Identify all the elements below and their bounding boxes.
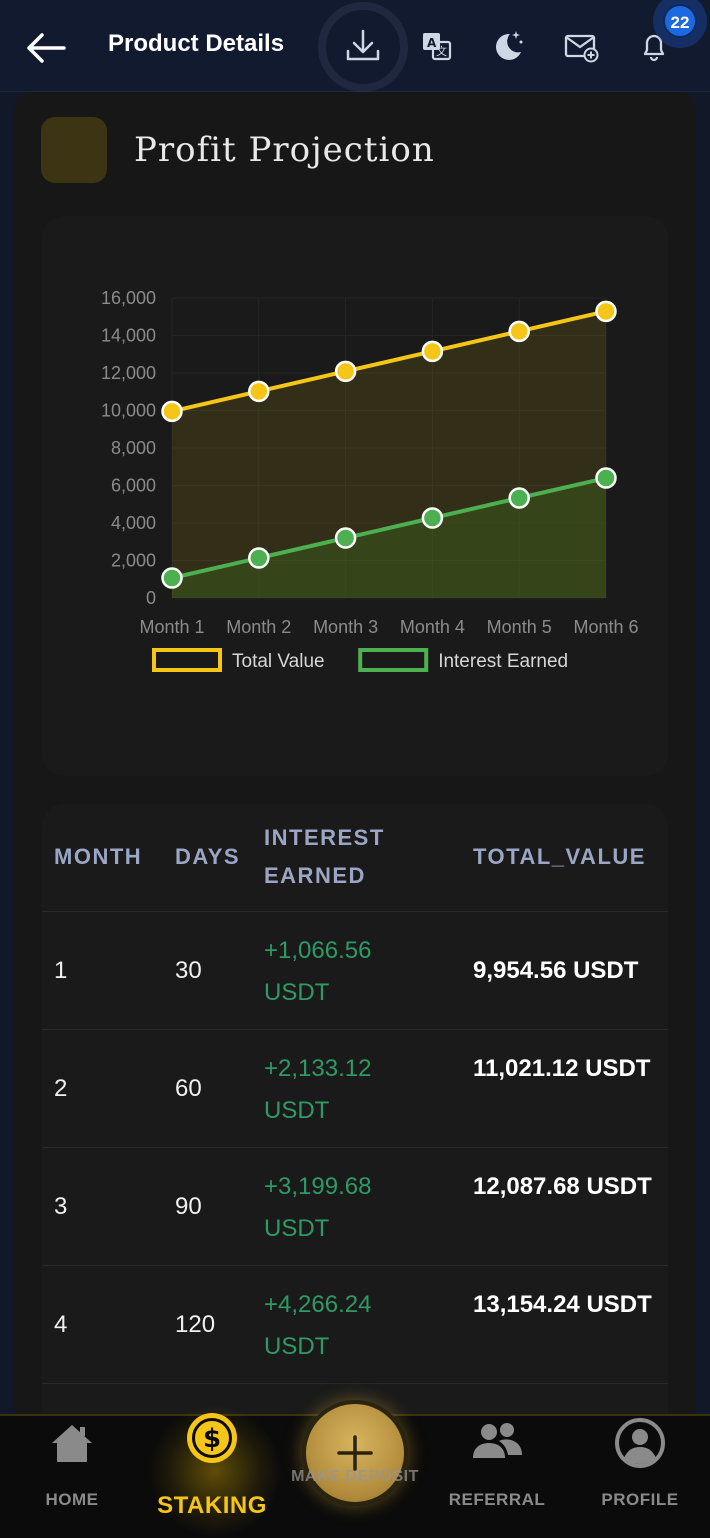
- cell-days: 30: [175, 957, 202, 984]
- nav-referral[interactable]: REFERRAL: [446, 1416, 548, 1538]
- data-point: [334, 527, 357, 549]
- download-icon[interactable]: [339, 22, 387, 70]
- make-deposit-label: MAKE DEPOSIT: [291, 1468, 419, 1485]
- table-row: 4 120 +4,266.24 USDT 13,154.24 USDT: [42, 1265, 668, 1383]
- nav-profile[interactable]: PROFILE: [590, 1416, 690, 1538]
- y-tick-label: 14,000: [101, 326, 156, 346]
- nav-referral-label: REFERRAL: [448, 1490, 546, 1509]
- y-tick-label: 4,000: [111, 513, 156, 533]
- data-point: [248, 547, 270, 569]
- y-tick-label: 8,000: [111, 438, 156, 458]
- data-point: [595, 300, 617, 323]
- dollar-coin-icon: $: [187, 1413, 237, 1463]
- svg-text:$: $: [203, 1424, 221, 1454]
- home-icon: [52, 1425, 92, 1462]
- nav-home-label: HOME: [45, 1490, 99, 1509]
- cell-month: 3: [54, 1193, 68, 1220]
- back-arrow-icon[interactable]: [24, 28, 68, 68]
- cell-total: 13,154.24 USDT: [473, 1291, 652, 1318]
- data-point: [248, 380, 270, 403]
- legend-label: Interest Earned: [438, 651, 568, 672]
- translate-icon[interactable]: A文: [412, 22, 460, 70]
- cell-days: 60: [175, 1075, 202, 1102]
- data-point: [421, 340, 444, 363]
- data-point: [421, 507, 444, 529]
- x-tick-label: Month 4: [400, 617, 465, 637]
- x-tick-label: Month 6: [573, 617, 638, 637]
- profit-chart-svg: 16,000 14,000 12,000 10,000 8,000 6,000 4,000 2…: [101, 288, 639, 672]
- cell-interest: +2,133.12 USDT: [264, 1055, 372, 1124]
- data-point: [508, 320, 530, 343]
- data-point: [595, 467, 617, 489]
- profile-icon: [615, 1418, 665, 1468]
- cell-total: 9,954.56 USDT: [473, 957, 639, 984]
- users-icon: [473, 1423, 522, 1458]
- header-month: MONTH: [54, 844, 143, 869]
- table-row: 3 90 +3,199.68 USDT 12,087.68 USDT: [42, 1147, 668, 1265]
- profit-projection-card: Profit Projection 16,000 14,000 12,000 10,0…: [14, 92, 696, 1444]
- data-point: [334, 360, 357, 383]
- table-row: 1 30 +1,066.56 USDT 9,954.56 USDT: [42, 911, 668, 1029]
- mail-add-icon[interactable]: [557, 22, 605, 70]
- x-tick-label: Month 2: [226, 617, 291, 637]
- table-row: 2 60 +2,133.12 USDT 11,021.12 USDT: [42, 1029, 668, 1147]
- product-details-page: Product Details A文 22 Profit Projection …: [0, 0, 710, 1538]
- cell-days: 120: [175, 1311, 216, 1338]
- plus-icon: [337, 1435, 373, 1471]
- cell-days: 90: [175, 1193, 202, 1220]
- y-tick-label: 10,000: [101, 401, 156, 421]
- y-tick-label: 12,000: [101, 363, 156, 383]
- data-point: [161, 400, 183, 423]
- cell-interest: +1,066.56 USDT: [264, 937, 372, 1006]
- projection-table: MONTH DAYS INTEREST EARNED TOTAL_VALUE 1…: [42, 804, 668, 1444]
- make-deposit-button[interactable]: [302, 1400, 408, 1506]
- cell-interest: +4,266.24 USDT: [264, 1291, 372, 1360]
- y-tick-label: 6,000: [111, 476, 156, 496]
- card-title: Profit Projection: [134, 130, 435, 170]
- page-title: Product Details: [108, 30, 285, 57]
- cell-month: 1: [54, 957, 68, 984]
- data-point: [161, 567, 183, 589]
- profit-chart: 16,000 14,000 12,000 10,000 8,000 6,000 4,000 2…: [42, 216, 668, 776]
- top-bar: Product Details A文 22: [0, 0, 710, 92]
- header-days: DAYS: [175, 844, 241, 869]
- header-interest: INTEREST EARNED: [264, 825, 385, 888]
- notification-badge[interactable]: 22: [663, 4, 697, 38]
- y-tick-label: 0: [146, 588, 156, 608]
- y-tick-label: 2,000: [111, 551, 156, 571]
- x-tick-label: Month 1: [139, 617, 204, 637]
- cell-total: 11,021.12 USDT: [473, 1055, 651, 1082]
- nav-staking[interactable]: $ STAKING: [150, 1413, 274, 1538]
- nav-profile-label: PROFILE: [601, 1490, 679, 1509]
- cell-interest: +3,199.68 USDT: [264, 1173, 372, 1242]
- x-tick-label: Month 3: [313, 617, 378, 637]
- legend-label: Total Value: [232, 651, 325, 672]
- chart-icon: [41, 117, 107, 183]
- legend-swatch: [358, 648, 429, 672]
- nav-home[interactable]: HOME: [22, 1416, 122, 1538]
- svg-text:文: 文: [436, 44, 447, 58]
- legend-swatch: [152, 648, 222, 672]
- y-tick-label: 16,000: [101, 288, 156, 308]
- nav-staking-label: STAKING: [157, 1492, 267, 1519]
- header-total: TOTAL_VALUE: [473, 844, 646, 869]
- x-tick-label: Month 5: [487, 617, 552, 637]
- data-point: [508, 487, 530, 509]
- dark-mode-icon[interactable]: [484, 22, 532, 70]
- cell-month: 2: [54, 1075, 68, 1102]
- cell-total: 12,087.68 USDT: [473, 1173, 652, 1200]
- cell-month: 4: [54, 1311, 68, 1338]
